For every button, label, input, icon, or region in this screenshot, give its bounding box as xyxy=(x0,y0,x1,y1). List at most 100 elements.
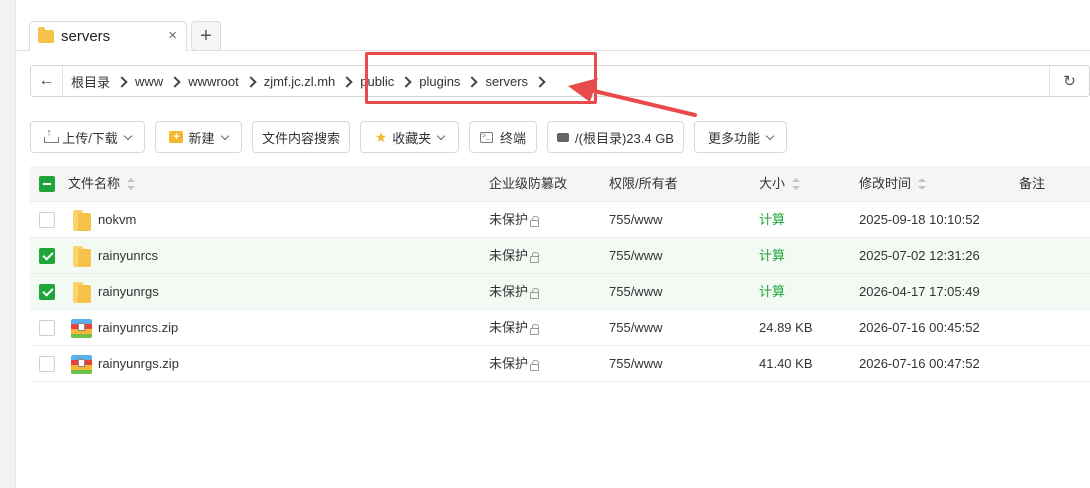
chevron-right-icon xyxy=(170,76,181,87)
tab-label: servers xyxy=(61,28,111,45)
chevron-down-icon xyxy=(220,131,229,140)
add-tab-button[interactable]: + xyxy=(191,21,221,51)
chevron-down-icon xyxy=(123,131,133,140)
size-calc-link[interactable]: 计算 xyxy=(759,202,785,238)
file-name[interactable]: rainyunrcs xyxy=(98,238,158,274)
modified-time: 2025-07-02 12:31:26 xyxy=(859,248,980,263)
column-permission: 权限/所有者 xyxy=(609,176,678,191)
column-note: 备注 xyxy=(1019,176,1046,191)
new-button[interactable]: + 新建 xyxy=(155,121,242,153)
lock-icon xyxy=(530,360,540,371)
lock-icon xyxy=(530,324,540,335)
tamper-label: 未保护 xyxy=(489,320,529,335)
lock-icon xyxy=(530,288,540,299)
upload-label: 上传/下载 xyxy=(62,130,118,146)
zip-file-icon xyxy=(71,319,92,338)
row-checkbox[interactable] xyxy=(39,320,55,336)
file-name[interactable]: rainyunrgs.zip xyxy=(98,346,179,382)
upload-icon xyxy=(44,127,60,143)
disk-button[interactable]: /(根目录)23.4 GB xyxy=(547,121,684,153)
favorites-button[interactable]: ★ 收藏夹 xyxy=(360,121,459,153)
chevron-down-icon xyxy=(765,131,775,140)
chevron-right-icon xyxy=(342,76,353,87)
tamper-status[interactable]: 未保护 xyxy=(489,310,540,346)
refresh-icon[interactable]: ↻ xyxy=(1049,66,1089,96)
select-all-checkbox[interactable] xyxy=(39,176,55,192)
disk-icon xyxy=(557,132,570,142)
table-row[interactable]: rainyunrgs 未保护 755/www 计算 2026-04-17 17:… xyxy=(30,274,1090,310)
tamper-status[interactable]: 未保护 xyxy=(489,202,540,238)
tamper-label: 未保护 xyxy=(489,248,529,263)
modified-time: 2026-07-16 00:45:52 xyxy=(859,320,980,335)
breadcrumb-item-site[interactable]: zjmf.jc.zl.mh xyxy=(257,74,343,89)
chevron-down-icon xyxy=(437,131,446,140)
row-checkbox[interactable] xyxy=(39,212,55,228)
upload-download-button[interactable]: 上传/下载 xyxy=(30,121,145,153)
table-row[interactable]: nokvm 未保护 755/www 计算 2025-09-18 10:10:52 xyxy=(30,202,1090,238)
permission[interactable]: 755/www xyxy=(609,346,662,382)
zip-file-icon xyxy=(71,355,92,374)
favorites-label: 收藏夹 xyxy=(392,130,432,146)
tamper-label: 未保护 xyxy=(489,212,529,227)
tab-servers[interactable]: servers × xyxy=(29,21,187,52)
terminal-label: 终端 xyxy=(499,130,526,146)
permission[interactable]: 755/www xyxy=(609,274,662,310)
breadcrumb-item-wwwroot[interactable]: wwwroot xyxy=(181,74,246,89)
modified-time: 2025-09-18 10:10:52 xyxy=(859,212,980,227)
file-name[interactable]: rainyunrcs.zip xyxy=(98,310,178,346)
column-name-label: 文件名称 xyxy=(68,176,121,191)
terminal-button[interactable]: >_ 终端 xyxy=(469,121,537,153)
chevron-right-icon xyxy=(117,76,128,87)
row-checkbox[interactable] xyxy=(39,284,55,300)
table-row[interactable]: rainyunrcs.zip 未保护 755/www 24.89 KB 2026… xyxy=(30,310,1090,346)
permission[interactable]: 755/www xyxy=(609,202,662,238)
more-functions-button[interactable]: 更多功能 xyxy=(694,121,787,153)
new-folder-icon: + xyxy=(169,131,184,143)
chevron-right-icon xyxy=(246,76,257,87)
tab-bar: servers × + xyxy=(16,0,1090,52)
lock-icon xyxy=(530,252,540,263)
table-row[interactable]: rainyunrgs.zip 未保护 755/www 41.40 KB 2026… xyxy=(30,346,1090,382)
tamper-status[interactable]: 未保护 xyxy=(489,274,540,310)
file-name[interactable]: rainyunrgs xyxy=(98,274,159,310)
folder-icon xyxy=(73,246,91,267)
file-size: 24.89 KB xyxy=(759,320,813,335)
tamper-label: 未保护 xyxy=(489,356,529,371)
star-icon: ★ xyxy=(374,128,388,145)
sort-icon xyxy=(918,177,927,190)
permission[interactable]: 755/www xyxy=(609,238,662,274)
row-checkbox[interactable] xyxy=(39,248,55,264)
table-row[interactable]: rainyunrcs 未保护 755/www 计算 2025-07-02 12:… xyxy=(30,238,1090,274)
folder-icon xyxy=(38,27,54,43)
file-manager: servers × + ← 根目录 www wwwroot zjmf.jc.zl… xyxy=(0,0,1090,488)
size-calc-link[interactable]: 计算 xyxy=(759,274,785,310)
breadcrumb-item-root[interactable]: 根目录 xyxy=(63,72,117,91)
lock-icon xyxy=(530,216,540,227)
more-label: 更多功能 xyxy=(707,130,760,146)
permission[interactable]: 755/www xyxy=(609,310,662,346)
column-name[interactable]: 文件名称 xyxy=(68,166,136,202)
tamper-label: 未保护 xyxy=(489,284,529,299)
disk-label: /(根目录)23.4 GB xyxy=(575,130,674,146)
search-content-label: 文件内容搜索 xyxy=(261,130,340,146)
size-calc-link[interactable]: 计算 xyxy=(759,238,785,274)
close-icon[interactable]: × xyxy=(168,27,177,44)
tamper-status[interactable]: 未保护 xyxy=(489,238,540,274)
search-content-button[interactable]: 文件内容搜索 xyxy=(252,121,350,153)
tamper-status[interactable]: 未保护 xyxy=(489,346,540,382)
row-checkbox[interactable] xyxy=(39,356,55,372)
column-size-label: 大小 xyxy=(759,176,786,191)
left-panel-edge xyxy=(0,0,16,488)
terminal-icon: >_ xyxy=(479,131,493,143)
folder-icon xyxy=(73,282,91,303)
modified-time: 2026-04-17 17:05:49 xyxy=(859,284,980,299)
new-label: 新建 xyxy=(188,130,215,146)
file-size: 41.40 KB xyxy=(759,356,813,371)
column-modified[interactable]: 修改时间 xyxy=(859,166,927,202)
breadcrumb-item-www[interactable]: www xyxy=(128,74,170,89)
back-arrow-icon[interactable]: ← xyxy=(31,66,63,96)
sort-icon xyxy=(792,177,801,190)
column-size[interactable]: 大小 xyxy=(759,166,801,202)
column-modified-label: 修改时间 xyxy=(859,176,912,191)
file-name[interactable]: nokvm xyxy=(98,202,136,238)
